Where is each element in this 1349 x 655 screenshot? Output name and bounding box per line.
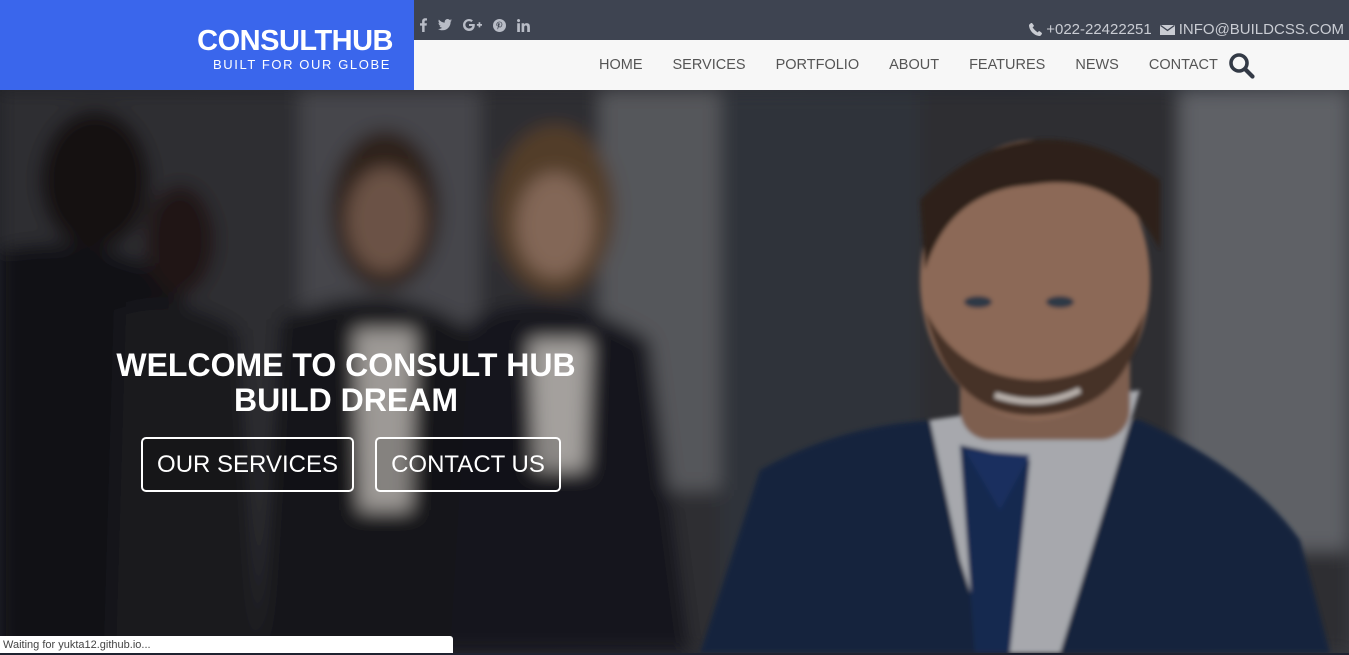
nav-item-news[interactable]: NEWS <box>1075 57 1119 73</box>
envelope-icon <box>1159 24 1175 36</box>
brand-tagline: BUILT FOR OUR GLOBE <box>212 57 391 72</box>
facebook-icon[interactable] <box>420 18 427 32</box>
pinterest-icon[interactable] <box>493 18 506 32</box>
phone-number[interactable]: +022-22422251 <box>1046 21 1152 38</box>
google-plus-icon[interactable] <box>463 19 482 31</box>
contact-us-button[interactable]: CONTACT US <box>375 437 561 492</box>
nav-item-features[interactable]: FEATURES <box>969 57 1045 73</box>
nav-item-contact[interactable]: CONTACT <box>1149 57 1218 73</box>
email-address[interactable]: INFO@BUILDCSS.COM <box>1179 21 1344 38</box>
search-icon[interactable] <box>1228 52 1255 79</box>
hero-section: WELCOME TO CONSULT HUB BUILD DREAM OUR S… <box>0 90 1349 653</box>
contact-info: +022-22422251 INFO@BUILDCSS.COM <box>1029 21 1344 38</box>
social-links <box>420 18 530 32</box>
main-navbar: HOME SERVICES PORTFOLIO ABOUT FEATURES N… <box>414 40 1349 90</box>
brand-logo[interactable]: CONSULTHUB BUILT FOR OUR GLOBE <box>0 0 414 90</box>
nav-item-home[interactable]: HOME <box>599 57 643 73</box>
twitter-icon[interactable] <box>438 19 452 31</box>
brand-title: CONSULTHUB <box>197 25 393 57</box>
nav-item-services[interactable]: SERVICES <box>673 57 746 73</box>
top-bar: +022-22422251 INFO@BUILDCSS.COM <box>414 0 1349 40</box>
browser-status-bar: Waiting for yukta12.github.io... <box>0 636 453 653</box>
hero-title-line-2: BUILD DREAM <box>234 382 458 418</box>
nav-item-about[interactable]: ABOUT <box>889 57 939 73</box>
hero-title: WELCOME TO CONSULT HUB BUILD DREAM <box>96 348 596 418</box>
nav-item-portfolio[interactable]: PORTFOLIO <box>776 57 860 73</box>
linkedin-icon[interactable] <box>517 18 530 32</box>
hero-title-line-1: WELCOME TO CONSULT HUB <box>116 347 576 383</box>
our-services-button[interactable]: OUR SERVICES <box>141 437 354 492</box>
phone-icon <box>1029 23 1043 36</box>
nav-menu: HOME SERVICES PORTFOLIO ABOUT FEATURES N… <box>599 40 1218 90</box>
